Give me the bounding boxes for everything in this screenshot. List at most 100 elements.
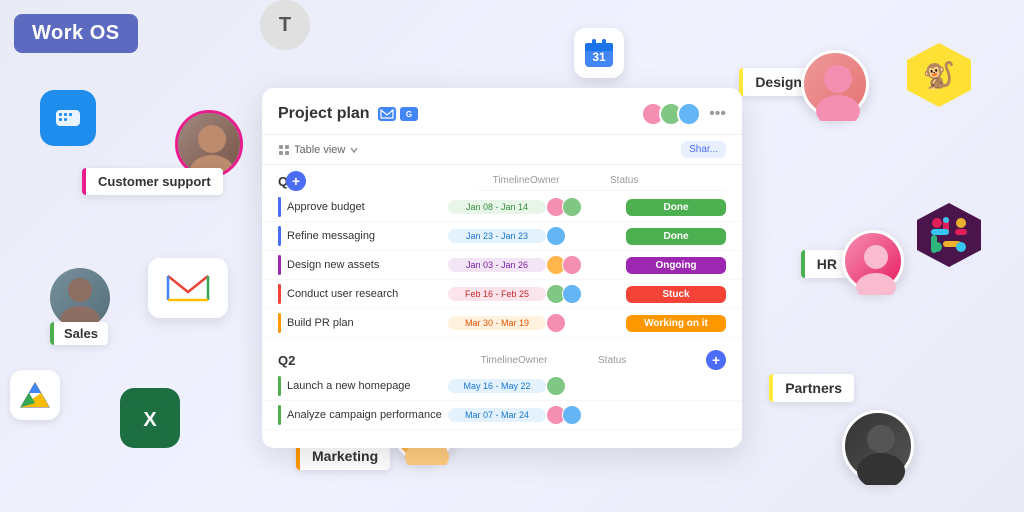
share-button[interactable]: Shar... bbox=[681, 141, 726, 158]
task-color-bar bbox=[278, 313, 281, 333]
task-label: Launch a new homepage bbox=[287, 380, 411, 392]
owner-avatar bbox=[562, 197, 582, 217]
owner-avatars bbox=[546, 284, 626, 304]
owner-avatars bbox=[546, 405, 626, 425]
owner-avatars bbox=[546, 313, 626, 333]
avatar-hr bbox=[842, 230, 904, 292]
q2-title: Q2 bbox=[278, 353, 481, 368]
card-title: Project plan G bbox=[278, 105, 418, 123]
task-name: Analyze campaign performance bbox=[278, 405, 448, 425]
excel-icon[interactable]: X bbox=[120, 388, 180, 448]
calendar-icon[interactable]: 31 bbox=[574, 28, 624, 78]
owner-avatars bbox=[546, 226, 626, 246]
card-header-right: ••• bbox=[641, 102, 726, 126]
avatar-design bbox=[801, 50, 869, 118]
task-name: Conduct user research bbox=[278, 284, 448, 304]
timeline-chip: Jan 23 - Jan 23 bbox=[448, 229, 546, 243]
gdrive-icon[interactable] bbox=[10, 370, 60, 420]
task-label: Approve budget bbox=[287, 201, 365, 213]
card-header: Project plan G ••• bbox=[262, 88, 742, 135]
project-title: Project plan bbox=[278, 105, 370, 123]
mailchimp-icon[interactable]: 🐒 bbox=[904, 40, 974, 110]
status-badge: Done bbox=[626, 228, 726, 245]
timeline-chip: May 16 - May 22 bbox=[448, 379, 546, 393]
header-avatars bbox=[641, 102, 701, 126]
project-card: Project plan G ••• Table view Shar bbox=[262, 88, 742, 448]
table-row: Launch a new homepage May 16 - May 22 bbox=[262, 372, 742, 401]
google-title-icon: G bbox=[400, 107, 418, 121]
status-badge: Stuck bbox=[626, 286, 726, 303]
task-label: Analyze campaign performance bbox=[287, 409, 442, 421]
gmail-icon[interactable] bbox=[148, 258, 228, 318]
q1-owner-header: Owner bbox=[530, 175, 610, 186]
customer-support-label: Customer support bbox=[82, 168, 223, 195]
table-view-bar: Table view Shar... bbox=[262, 135, 742, 165]
timeline-chip: Jan 08 - Jan 14 bbox=[448, 200, 546, 214]
timeline-chip: Jan 03 - Jan 26 bbox=[448, 258, 546, 272]
timeline-chip: Mar 30 - Mar 19 bbox=[448, 316, 546, 330]
table-row: Refine messaging Jan 23 - Jan 23 Done bbox=[262, 222, 742, 251]
task-name: Approve budget bbox=[278, 197, 448, 217]
task-color-bar bbox=[278, 197, 281, 217]
owner-avatars bbox=[546, 255, 626, 275]
task-label: Build PR plan bbox=[287, 317, 354, 329]
svg-text:G: G bbox=[405, 110, 411, 119]
owner-avatar bbox=[546, 226, 566, 246]
svg-text:🐒: 🐒 bbox=[923, 60, 955, 90]
avatar-partners bbox=[842, 410, 914, 482]
table-row: Conduct user research Feb 16 - Feb 25 St… bbox=[262, 280, 742, 309]
partners-label: Partners bbox=[769, 374, 854, 402]
more-menu-button[interactable]: ••• bbox=[709, 105, 726, 123]
owner-avatar bbox=[546, 376, 566, 396]
title-icons: G bbox=[378, 107, 418, 121]
intercom-icon[interactable] bbox=[40, 90, 96, 146]
owner-avatars bbox=[546, 197, 626, 217]
svg-text:X: X bbox=[143, 409, 157, 431]
status-badge: Done bbox=[626, 199, 726, 216]
table-row: Analyze campaign performance Mar 07 - Ma… bbox=[262, 401, 742, 430]
q2-add-button[interactable]: + bbox=[706, 350, 726, 370]
task-label: Conduct user research bbox=[287, 288, 398, 300]
work-os-banner: Work OS bbox=[14, 14, 138, 53]
t-circle-icon[interactable]: T bbox=[260, 0, 310, 50]
table-row: Approve budget Jan 08 - Jan 14 Done bbox=[262, 193, 742, 222]
q1-status-header: Status bbox=[610, 175, 710, 186]
table-row: Design new assets Jan 03 - Jan 26 Ongoin… bbox=[262, 251, 742, 280]
timeline-chip: Mar 07 - Mar 24 bbox=[448, 408, 546, 422]
task-name: Build PR plan bbox=[278, 313, 448, 333]
table-row: Build PR plan Mar 30 - Mar 19 Working on… bbox=[262, 309, 742, 338]
q2-owner-header: Owner bbox=[518, 355, 598, 366]
q2-status-header: Status bbox=[598, 355, 698, 366]
owner-avatar bbox=[562, 405, 582, 425]
table-view-label[interactable]: Table view bbox=[294, 144, 345, 156]
task-name: Design new assets bbox=[278, 255, 448, 275]
q1-section-header: Q1 Timeline Owner Status + bbox=[262, 165, 742, 193]
avatar-sales bbox=[50, 268, 110, 328]
task-name: Launch a new homepage bbox=[278, 376, 448, 396]
task-color-bar bbox=[278, 255, 281, 275]
sales-label: Sales bbox=[50, 322, 108, 345]
header-avatar-3 bbox=[677, 102, 701, 126]
q2-timeline-header: Timeline bbox=[481, 355, 518, 366]
task-name: Refine messaging bbox=[278, 226, 448, 246]
task-label: Refine messaging bbox=[287, 230, 375, 242]
slack-icon[interactable] bbox=[914, 200, 984, 270]
q1-add-button[interactable]: + bbox=[286, 171, 306, 191]
q1-timeline-header: Timeline bbox=[493, 175, 530, 186]
q2-col-headers: Timeline Owner Status bbox=[481, 355, 698, 366]
task-color-bar bbox=[278, 405, 281, 425]
owner-avatar bbox=[562, 284, 582, 304]
task-color-bar bbox=[278, 376, 281, 396]
q1-col-headers: Timeline Owner Status bbox=[477, 171, 726, 191]
status-badge: Working on it bbox=[626, 315, 726, 332]
svg-text:31: 31 bbox=[592, 50, 606, 64]
owner-avatars bbox=[546, 376, 626, 396]
task-color-bar bbox=[278, 226, 281, 246]
gmail-title-icon bbox=[378, 107, 396, 121]
task-label: Design new assets bbox=[287, 259, 379, 271]
q1-title: Q1 bbox=[278, 174, 477, 189]
owner-avatar bbox=[546, 313, 566, 333]
owner-avatar bbox=[562, 255, 582, 275]
timeline-chip: Feb 16 - Feb 25 bbox=[448, 287, 546, 301]
task-color-bar bbox=[278, 284, 281, 304]
